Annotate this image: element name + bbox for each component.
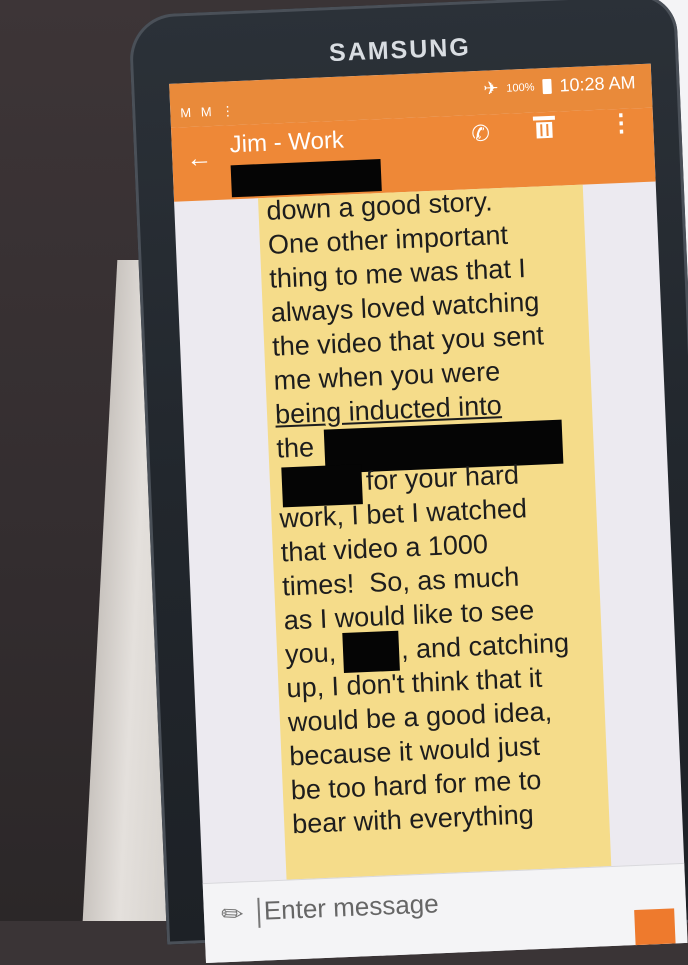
airplane-icon: ✈ (482, 78, 499, 99)
arrow-left-icon[interactable]: ← (186, 142, 213, 174)
notification-icons: M M ⋮ (180, 103, 238, 121)
message-line: the (275, 432, 315, 464)
message-composer: ✎ Enter message (202, 862, 688, 964)
text-cursor (257, 897, 261, 928)
conversation-title: Jim - Work (229, 126, 345, 159)
message-line: for your hard (365, 459, 520, 496)
trash-icon[interactable] (532, 115, 555, 139)
brand-logo: SAMSUNG (328, 33, 472, 68)
more-vert-icon[interactable]: ⋮ (609, 108, 634, 138)
battery-icon (542, 78, 552, 95)
status-right: ✈ 100% 10:28 AM (483, 72, 636, 99)
clock: 10:28 AM (559, 72, 636, 96)
paperclip-icon[interactable]: ✎ (214, 896, 251, 934)
phone-screen: M M ⋮ ✈ 100% 10:28 AM ← Jim - Work ✆ ⋮ d… (169, 63, 688, 964)
redacted-name (342, 630, 400, 674)
message-line: you, (284, 637, 337, 670)
battery-level: 100% (506, 81, 535, 95)
phone-body: SAMSUNG M M ⋮ ✈ 100% 10:28 AM ← Jim - Wo… (128, 0, 688, 964)
phone-icon[interactable]: ✆ (471, 120, 491, 147)
send-button[interactable] (634, 908, 676, 951)
